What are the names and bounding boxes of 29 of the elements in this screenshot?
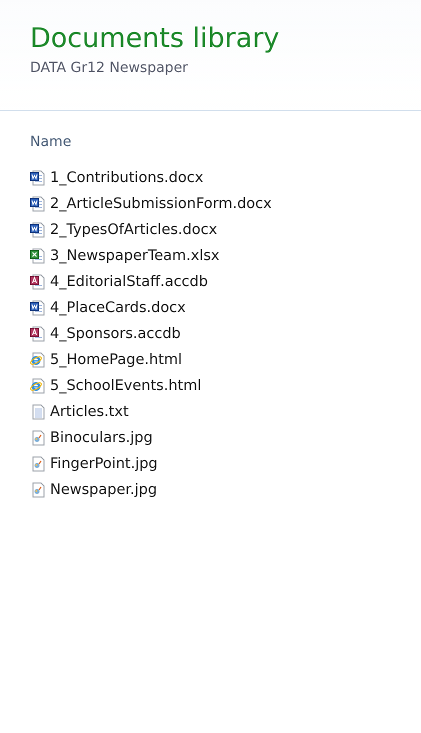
file-name[interactable]: 5_HomePage.html <box>50 352 182 368</box>
file-name[interactable]: 4_EditorialStaff.accdb <box>50 274 208 290</box>
word-document-icon <box>30 300 46 316</box>
image-document-icon <box>30 482 46 498</box>
file-name[interactable]: FingerPoint.jpg <box>50 456 158 472</box>
word-document-icon <box>30 196 46 212</box>
word-document-icon <box>30 222 46 238</box>
library-subtitle: DATA Gr12 Newspaper <box>30 59 189 78</box>
file-name[interactable]: 1_Contributions.docx <box>50 170 204 186</box>
column-header[interactable]: Name <box>30 134 72 150</box>
file-name[interactable]: Newspaper.jpg <box>50 482 158 498</box>
database-document-icon <box>30 326 46 342</box>
file-name[interactable]: 4_Sponsors.accdb <box>50 326 181 342</box>
image-document-icon <box>30 456 46 472</box>
database-document-icon <box>30 274 46 290</box>
web-page-document-icon <box>30 352 46 368</box>
spreadsheet-document-icon <box>30 248 46 264</box>
file-name[interactable]: 2_ArticleSubmissionForm.docx <box>50 196 272 212</box>
file-name[interactable]: 3_NewspaperTeam.xlsx <box>50 248 220 264</box>
file-name[interactable]: Articles.txt <box>50 404 129 420</box>
text-document-icon <box>30 404 46 420</box>
web-page-document-icon <box>30 378 46 394</box>
file-name[interactable]: Binoculars.jpg <box>50 430 153 446</box>
file-name[interactable]: 4_PlaceCards.docx <box>50 300 186 316</box>
file-name[interactable]: 5_SchoolEvents.html <box>50 378 202 394</box>
image-document-icon <box>30 430 46 446</box>
file-name[interactable]: 2_TypesOfArticles.docx <box>50 222 218 238</box>
library-title: Documents library <box>30 22 280 56</box>
word-document-icon <box>30 170 46 186</box>
